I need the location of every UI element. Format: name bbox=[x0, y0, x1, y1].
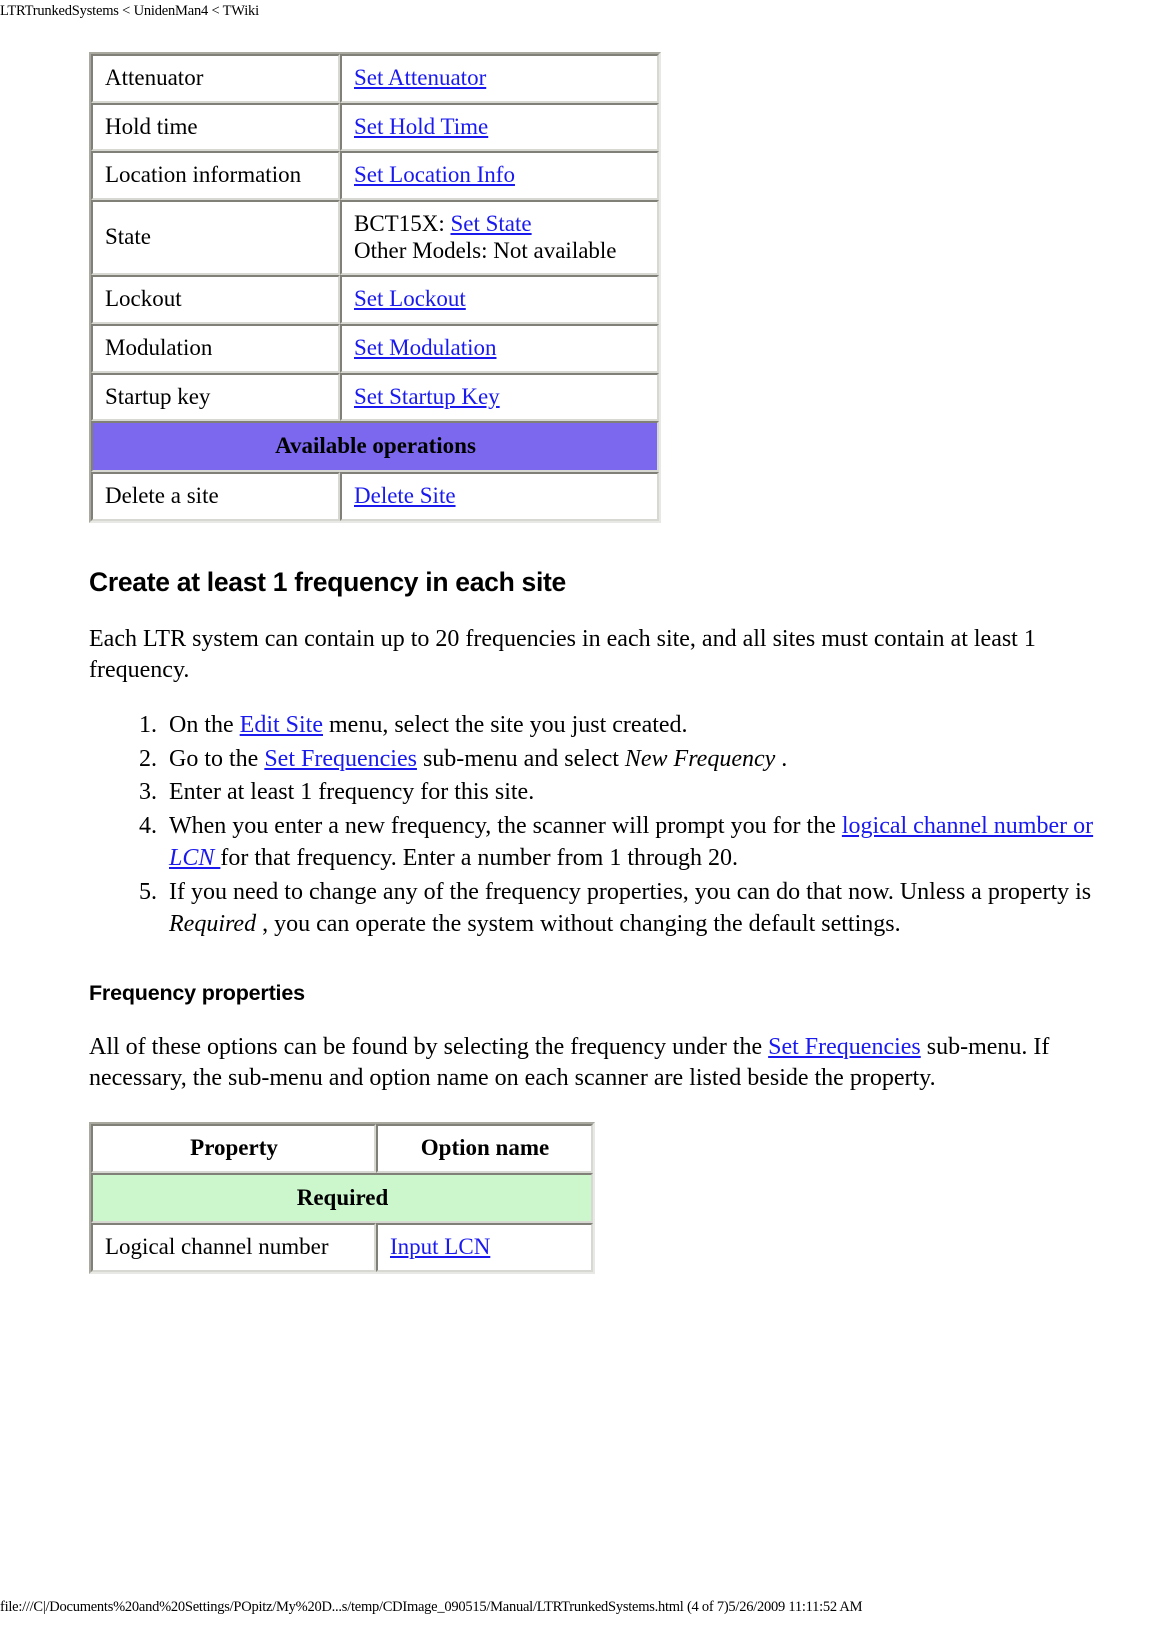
frequency-properties-intro-paragraph: All of these options can be found by sel… bbox=[89, 1032, 1124, 1094]
inline-text: If you need to change any of the frequen… bbox=[169, 879, 1092, 906]
inline-text: Enter at least 1 frequency for this site… bbox=[169, 779, 535, 806]
frequency-properties-table: Property Option name Required Logical ch… bbox=[89, 1121, 595, 1274]
list-item: When you enter a new frequency, the scan… bbox=[163, 811, 1124, 875]
table-row: Attenuator Set Attenuator bbox=[91, 54, 659, 103]
row-option-cell: Set Location Info bbox=[340, 151, 659, 201]
row-option-cell: Set Modulation bbox=[340, 324, 659, 373]
inline-text: All of these options can be found by sel… bbox=[89, 1033, 769, 1060]
page-title-create-frequency: Create at least 1 frequency in each site bbox=[89, 566, 566, 597]
row-option-cell: BCT15X: Set State Other Models: Not avai… bbox=[340, 200, 659, 276]
state-other-models-note: Other Models: Not available bbox=[354, 237, 617, 263]
row-property-label: Startup key bbox=[91, 372, 340, 422]
step-1-text: On the Edit Site menu, select the site y… bbox=[169, 712, 688, 738]
column-header-option-name: Option name bbox=[376, 1123, 593, 1173]
page-subtitle-frequency-properties: Frequency properties bbox=[89, 980, 305, 1005]
inline-text: , you can operate the system without cha… bbox=[256, 911, 901, 938]
inline-link[interactable]: Edit Site bbox=[240, 712, 323, 738]
set-attenuator-link[interactable]: Set Attenuator bbox=[354, 65, 486, 90]
inline-text: On the bbox=[169, 711, 240, 738]
table-row: Hold time Set Hold Time bbox=[91, 102, 659, 152]
layout-spacer bbox=[89, 1094, 1124, 1122]
inline-text: When you enter a new frequency, the scan… bbox=[169, 813, 842, 840]
row-property-label: Lockout bbox=[91, 275, 340, 325]
inline-link[interactable]: Set Frequencies bbox=[768, 1034, 921, 1060]
set-lockout-link[interactable]: Set Lockout bbox=[354, 286, 466, 311]
table-row: Lockout Set Lockout bbox=[91, 275, 659, 325]
list-item: Go to the Set Frequencies sub-menu and s… bbox=[163, 744, 1124, 776]
table-header-row: Property Option name bbox=[91, 1123, 593, 1173]
table-row: Location information Set Location Info bbox=[91, 151, 659, 201]
row-option-cell: Set Attenuator bbox=[340, 54, 659, 103]
inline-text: Go to the bbox=[169, 745, 265, 772]
step-5-text: If you need to change any of the frequen… bbox=[169, 879, 1091, 937]
table-row: Startup key Set Startup Key bbox=[91, 372, 659, 422]
site-properties-table: Attenuator Set Attenuator Hold time Set … bbox=[89, 52, 661, 523]
set-startup-key-link[interactable]: Set Startup Key bbox=[354, 384, 500, 409]
set-hold-time-link[interactable]: Set Hold Time bbox=[354, 114, 488, 139]
row-option-cell: Set Lockout bbox=[340, 275, 659, 325]
row-property-label: Attenuator bbox=[91, 54, 340, 103]
main-content: Attenuator Set Attenuator Hold time Set … bbox=[89, 52, 1124, 1274]
row-option-cell: Set Hold Time bbox=[340, 102, 659, 152]
inline-text: for that frequency. Enter a number from … bbox=[220, 845, 738, 872]
list-item: If you need to change any of the frequen… bbox=[163, 877, 1124, 941]
list-item: Enter at least 1 frequency for this site… bbox=[163, 777, 1124, 809]
set-state-link[interactable]: Set State bbox=[450, 211, 531, 236]
set-location-info-link[interactable]: Set Location Info bbox=[354, 162, 515, 187]
available-operations-heading: Available operations bbox=[91, 421, 659, 473]
row-property-label: Location information bbox=[91, 151, 340, 201]
table-row: Logical channel number Input LCN bbox=[91, 1223, 593, 1272]
row-property-label: Logical channel number bbox=[91, 1223, 376, 1272]
table-row: Modulation Set Modulation bbox=[91, 324, 659, 373]
list-item: On the Edit Site menu, select the site y… bbox=[163, 710, 1124, 742]
emphasis-text: Required bbox=[169, 911, 257, 938]
step-3-text: Enter at least 1 frequency for this site… bbox=[169, 779, 534, 805]
inline-link[interactable]: LCN bbox=[169, 845, 220, 871]
set-modulation-link[interactable]: Set Modulation bbox=[354, 335, 496, 360]
required-section-heading: Required bbox=[91, 1172, 593, 1224]
page-running-header: LTRTrunkedSystems < UnidenMan4 < TWiki bbox=[0, 3, 259, 19]
create-frequency-intro-paragraph: Each LTR system can contain up to 20 fre… bbox=[89, 625, 1036, 683]
inline-text: . bbox=[775, 745, 788, 772]
inline-text: sub-menu and select bbox=[416, 745, 625, 772]
table-section-header-row: Required bbox=[91, 1172, 593, 1224]
row-property-label: Delete a site bbox=[91, 472, 340, 521]
row-option-cell: Input LCN bbox=[376, 1223, 593, 1272]
table-row: State BCT15X: Set State Other Models: No… bbox=[91, 200, 659, 276]
table-row: Delete a site Delete Site bbox=[91, 472, 659, 521]
row-option-cell: Delete Site bbox=[340, 472, 659, 521]
emphasis-text: New Frequency bbox=[624, 745, 776, 772]
inline-link[interactable]: logical channel number or bbox=[842, 813, 1093, 839]
input-lcn-link[interactable]: Input LCN bbox=[390, 1234, 490, 1259]
inline-link[interactable]: Set Frequencies bbox=[264, 746, 417, 772]
create-frequency-steps-list: On the Edit Site menu, select the site y… bbox=[89, 710, 1124, 941]
row-property-label: Modulation bbox=[91, 324, 340, 373]
delete-site-link[interactable]: Delete Site bbox=[354, 483, 456, 508]
row-option-cell: Set Startup Key bbox=[340, 372, 659, 422]
page-footer-path: file:///C|/Documents%20and%20Settings/PO… bbox=[0, 1599, 863, 1615]
step-2-text: Go to the Set Frequencies sub-menu and s… bbox=[169, 746, 787, 772]
row-property-label: Hold time bbox=[91, 102, 340, 152]
step-4-text: When you enter a new frequency, the scan… bbox=[169, 813, 1093, 871]
table-section-header-row: Available operations bbox=[91, 421, 659, 473]
state-model-prefix: BCT15X: bbox=[354, 211, 451, 237]
row-property-label: State bbox=[91, 200, 340, 276]
inline-text: menu, select the site you just created. bbox=[323, 711, 688, 738]
column-header-property: Property bbox=[91, 1123, 376, 1173]
